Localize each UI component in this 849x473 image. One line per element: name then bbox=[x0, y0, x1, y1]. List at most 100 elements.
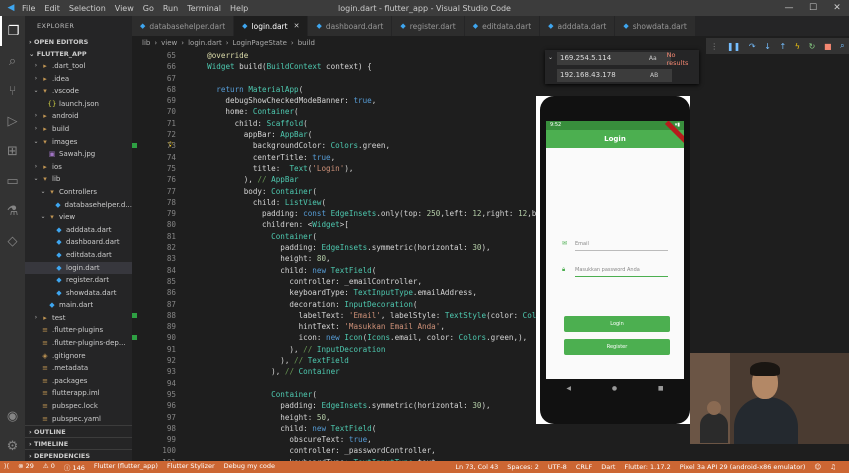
end-of-line[interactable]: CRLF bbox=[576, 463, 592, 471]
tab-login[interactable]: ◆ login.dart ✕ bbox=[234, 16, 309, 36]
feedback-icon[interactable]: ☺ bbox=[814, 463, 821, 471]
code-line[interactable]: 79 padding: const EdgeInsets.only(top: 2… bbox=[132, 208, 849, 219]
tree-item[interactable]: ◈ .gitignore bbox=[25, 350, 132, 363]
tab-databasehelper[interactable]: ◆ databasehelper.dart bbox=[132, 16, 235, 36]
explorer-icon[interactable]: ❐ bbox=[0, 16, 25, 46]
tree-item[interactable]: ◆ editdata.dart bbox=[25, 249, 132, 262]
code-line[interactable]: 87 decoration: InputDecoration( bbox=[132, 299, 849, 310]
code-line[interactable]: 66 Widget build(BuildContext context) { bbox=[132, 61, 849, 72]
menu-view[interactable]: View bbox=[115, 4, 134, 13]
run-debug-icon[interactable]: ▷ bbox=[0, 106, 25, 136]
code-line[interactable]: 89 hintText: 'Masukkan Email Anda', bbox=[132, 321, 849, 332]
match-case-toggle[interactable]: Aa bbox=[649, 55, 657, 62]
tree-item[interactable]: › ▸ .dart_tool bbox=[25, 60, 132, 73]
indentation[interactable]: Spaces: 2 bbox=[507, 463, 539, 471]
code-line[interactable]: 86 keyboardType: TextInputType.emailAddr… bbox=[132, 287, 849, 298]
remote-explorer-icon[interactable]: ▭ bbox=[0, 166, 25, 196]
tree-item[interactable]: ≡ pubspec.yaml bbox=[25, 413, 132, 426]
tree-item[interactable]: ≡ .flutter-plugins-dep... bbox=[25, 337, 132, 350]
tree-item[interactable]: ≡ .packages bbox=[25, 375, 132, 388]
tree-item[interactable]: › ▸ .idea bbox=[25, 73, 132, 86]
login-button[interactable]: Login bbox=[564, 316, 670, 332]
stop-icon[interactable]: ■ bbox=[824, 42, 832, 51]
code-line[interactable]: 77 body: Container( bbox=[132, 186, 849, 197]
step-over-icon[interactable]: ↷ bbox=[749, 42, 756, 51]
tree-item[interactable]: › ▸ ios bbox=[25, 161, 132, 174]
tree-item[interactable]: ≡ .flutter-plugins bbox=[25, 324, 132, 337]
search-icon[interactable]: ⌕ bbox=[0, 46, 25, 76]
tree-item[interactable]: ⌄ ▾ images bbox=[25, 136, 132, 149]
menu-selection[interactable]: Selection bbox=[69, 4, 106, 13]
code-line[interactable]: 80 children: <Widget>[ bbox=[132, 219, 849, 230]
code-line[interactable]: 75 title: Text('Login'), bbox=[132, 163, 849, 174]
language-mode[interactable]: Dart bbox=[601, 463, 615, 471]
code-line[interactable]: 70 home: Container( bbox=[132, 106, 849, 117]
tree-item[interactable]: {} launch.json bbox=[25, 98, 132, 111]
project-section[interactable]: ⌄ FLUTTER_APP bbox=[25, 48, 132, 60]
tab-showdata[interactable]: ◆ showdata.dart bbox=[615, 16, 696, 36]
breadcrumb-item[interactable]: build bbox=[298, 39, 315, 47]
close-tab-icon[interactable]: ✕ bbox=[294, 22, 300, 30]
code-line[interactable]: 76 ), // AppBar bbox=[132, 174, 849, 185]
tree-item[interactable]: ≡ pubspec.lock bbox=[25, 400, 132, 413]
remote-icon[interactable]: ⟩⟨ bbox=[4, 462, 9, 472]
tree-item[interactable]: ⌄ ▾ Controllers bbox=[25, 186, 132, 199]
code-line[interactable]: 67 bbox=[132, 73, 849, 84]
code-line[interactable]: 74 centerTitle: true, bbox=[132, 152, 849, 163]
code-line[interactable]: 88 labelText: 'Email', labelStyle: TextS… bbox=[132, 310, 849, 321]
code-line[interactable]: 90 icon: new Icon(Icons.email, color: Co… bbox=[132, 332, 849, 343]
tree-item[interactable]: ◆ main.dart bbox=[25, 299, 132, 312]
breadcrumb-item[interactable]: view bbox=[161, 39, 177, 47]
code-line[interactable]: 100 controller: _passwordController, bbox=[132, 445, 849, 456]
tree-item[interactable]: ▣ Sawah.jpg bbox=[25, 148, 132, 161]
tab-editdata[interactable]: ◆ editdata.dart bbox=[464, 16, 541, 36]
tree-item[interactable]: ≡ flutterapp.iml bbox=[25, 387, 132, 400]
tree-item[interactable]: ◆ databasehelper.d... bbox=[25, 199, 132, 212]
errors-count[interactable]: ⊗ 29 bbox=[18, 462, 34, 472]
code-line[interactable]: 83 height: 80, bbox=[132, 253, 849, 264]
menu-file[interactable]: File bbox=[22, 4, 35, 13]
tree-item[interactable]: ◆ showdata.dart bbox=[25, 287, 132, 300]
hot-reload-icon[interactable]: ϟ bbox=[795, 42, 800, 51]
tree-item[interactable]: ⌄ ▾ lib bbox=[25, 173, 132, 186]
account-icon[interactable]: ◉ bbox=[0, 401, 25, 431]
code-line[interactable]: 71 child: Scaffold( bbox=[132, 118, 849, 129]
timeline-section[interactable]: › TIMELINE bbox=[25, 437, 132, 449]
home-icon[interactable]: ● bbox=[612, 385, 617, 392]
code-line[interactable]: 69 debugShowCheckedModeBanner: true, bbox=[132, 95, 849, 106]
tree-item[interactable]: ⌄ ▾ view bbox=[25, 211, 132, 224]
notifications-icon[interactable]: ♫ bbox=[830, 463, 836, 471]
breadcrumb-item[interactable]: LoginPageState bbox=[233, 39, 287, 47]
code-line[interactable]: 81 Container( bbox=[132, 231, 849, 242]
pause-icon[interactable]: ❚❚ bbox=[727, 42, 740, 51]
tree-item[interactable]: › ▸ build bbox=[25, 123, 132, 136]
tab-dashboard[interactable]: ◆ dashboard.dart bbox=[308, 16, 393, 36]
email-field[interactable]: ✉ Email bbox=[562, 239, 668, 251]
menu-help[interactable]: Help bbox=[230, 4, 248, 13]
restart-icon[interactable]: ↻ bbox=[809, 42, 816, 51]
code-line[interactable]: 85 controller: _emailController, bbox=[132, 276, 849, 287]
code-line[interactable]: 84 child: new TextField( bbox=[132, 265, 849, 276]
tab-adddata[interactable]: ◆ adddata.dart bbox=[540, 16, 616, 36]
password-field[interactable]: 🔒︎ Masukkan password Anda bbox=[562, 265, 668, 277]
warnings-count[interactable]: ⚠ 0 bbox=[43, 462, 55, 472]
testing-icon[interactable]: ⚗ bbox=[0, 196, 25, 226]
dependencies-section[interactable]: › DEPENDENCIES bbox=[25, 449, 132, 461]
device-selector[interactable]: Pixel 3a API 29 (android-x86 emulator) bbox=[680, 463, 806, 471]
toggle-replace-icon[interactable]: ⌄ bbox=[548, 54, 553, 61]
tree-item[interactable]: ≡ .metadata bbox=[25, 362, 132, 375]
code-line[interactable]: 72 appBar: AppBar( bbox=[132, 129, 849, 140]
step-into-icon[interactable]: ↓ bbox=[764, 42, 771, 51]
menu-edit[interactable]: Edit bbox=[44, 4, 60, 13]
menu-terminal[interactable]: Terminal bbox=[187, 4, 221, 13]
outline-section[interactable]: › OUTLINE bbox=[25, 425, 132, 437]
lightbulb-icon[interactable]: 💡︎ bbox=[168, 140, 173, 151]
devtools-icon[interactable]: ⌕ bbox=[840, 41, 844, 51]
recents-icon[interactable]: ■ bbox=[658, 385, 664, 392]
minimize-icon[interactable]: — bbox=[777, 0, 801, 16]
step-out-icon[interactable]: ↑ bbox=[779, 42, 786, 51]
code-line[interactable]: 68 return MaterialApp( bbox=[132, 84, 849, 95]
code-line[interactable]: 💡︎ 73 backgroundColor: Colors.green, bbox=[132, 140, 849, 151]
open-editors-section[interactable]: › OPEN EDITORS bbox=[25, 36, 132, 48]
stylizer-status[interactable]: Flutter Stylizer bbox=[167, 462, 215, 472]
